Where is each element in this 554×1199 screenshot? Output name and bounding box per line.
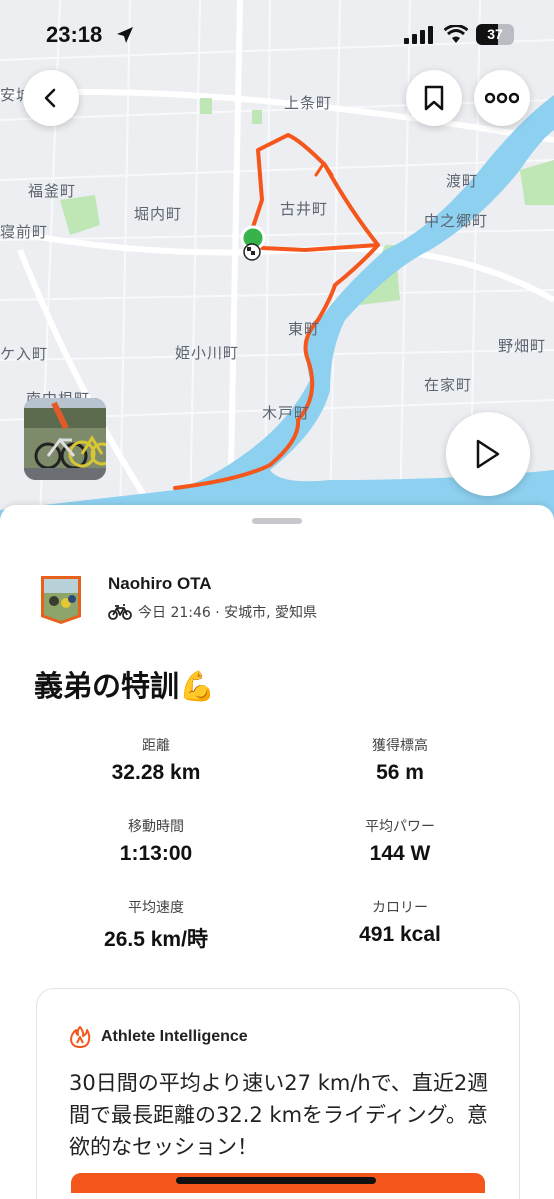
activity-details-sheet[interactable]: Naohiro OTA 今日 21:46 · 安城市, 愛知県 義弟の特訓💪 距…	[0, 505, 554, 1199]
map-label: 渡町	[446, 172, 479, 190]
map-label: ケ入町	[0, 345, 49, 363]
status-bar: 23:18 37	[0, 0, 554, 70]
wifi-icon	[444, 25, 468, 43]
stat-label: 距離	[142, 738, 170, 754]
bookmark-button[interactable]	[406, 70, 462, 126]
map-label: 姫小川町	[175, 344, 240, 362]
avatar[interactable]	[38, 573, 84, 625]
map-label: 野畑町	[498, 337, 547, 355]
more-options-button[interactable]	[474, 70, 530, 126]
athlete-intelligence-header: Athlete Intelligence	[69, 1025, 248, 1049]
avatar-image	[41, 576, 81, 624]
stat-value: 1:13:00	[119, 842, 193, 865]
athlete-intelligence-summary: 30日間の平均より速い27 km/hで、直近2週間で最長距離の32.2 kmをラ…	[69, 1071, 489, 1159]
bike-icon	[108, 604, 132, 620]
route-map[interactable]: 安城 上条町 福釜町 堀内町 古井町 渡町 中之郷町 寝前町 ケ入町 姫小川町 …	[0, 0, 554, 520]
activity-photo-thumbnail[interactable]	[24, 398, 106, 480]
battery-icon: 37	[476, 24, 514, 45]
map-label: 寝前町	[0, 223, 49, 241]
map-label: 東町	[288, 320, 321, 338]
stat-value: 144 W	[369, 842, 431, 865]
map-label: 堀内町	[134, 205, 183, 223]
chevron-left-icon	[44, 88, 56, 108]
play-icon	[476, 439, 500, 469]
map-label: 在家町	[424, 376, 473, 394]
back-button[interactable]	[23, 70, 79, 126]
stat-avg-speed: 平均速度 26.5 km/時	[36, 897, 276, 953]
more-dots-icon	[485, 92, 519, 104]
map-label: 木戸町	[262, 404, 311, 422]
sheet-grabber[interactable]	[252, 518, 302, 524]
athlete-intelligence-icon	[70, 1026, 91, 1048]
map-label: 福釜町	[28, 182, 77, 200]
stat-value: 26.5 km/時	[104, 928, 208, 951]
home-indicator[interactable]	[176, 1177, 376, 1184]
map-label: 古井町	[280, 200, 329, 218]
athlete-name[interactable]: Naohiro OTA	[108, 574, 212, 594]
activity-meta: 今日 21:46 · 安城市, 愛知県	[108, 602, 317, 622]
stat-value: 56 m	[376, 761, 424, 784]
stat-label: カロリー	[372, 900, 428, 916]
stat-elevation-gain: 獲得標高 56 m	[280, 735, 520, 785]
athlete-intelligence-card[interactable]: Athlete Intelligence 30日間の平均より速い27 km/hで…	[36, 988, 520, 1199]
location-arrow-icon	[117, 27, 133, 43]
stat-distance: 距離 32.28 km	[36, 735, 276, 785]
activity-meta-text: 今日 21:46 · 安城市, 愛知県	[138, 605, 318, 621]
cellular-signal-icon	[404, 26, 433, 44]
stat-label: 平均パワー	[365, 819, 435, 835]
stat-avg-power: 平均パワー 144 W	[280, 816, 520, 866]
bookmark-icon	[424, 85, 444, 111]
bike-photo-image	[24, 398, 106, 480]
status-time: 23:18	[46, 22, 103, 47]
athlete-intelligence-heading: Athlete Intelligence	[101, 1028, 248, 1045]
map-label: 中之郷町	[424, 212, 489, 230]
map-label: 上条町	[284, 94, 333, 112]
stat-moving-time: 移動時間 1:13:00	[36, 816, 276, 866]
battery-level: 37	[487, 26, 503, 42]
stat-value: 32.28 km	[111, 761, 201, 784]
stat-value: 491 kcal	[359, 923, 441, 946]
stat-label: 獲得標高	[372, 738, 428, 754]
stat-label: 平均速度	[128, 900, 184, 916]
play-flyover-button[interactable]	[446, 412, 530, 496]
activity-title: 義弟の特訓💪	[34, 669, 216, 703]
stat-label: 移動時間	[128, 819, 184, 835]
stat-calories: カロリー 491 kcal	[280, 897, 520, 947]
